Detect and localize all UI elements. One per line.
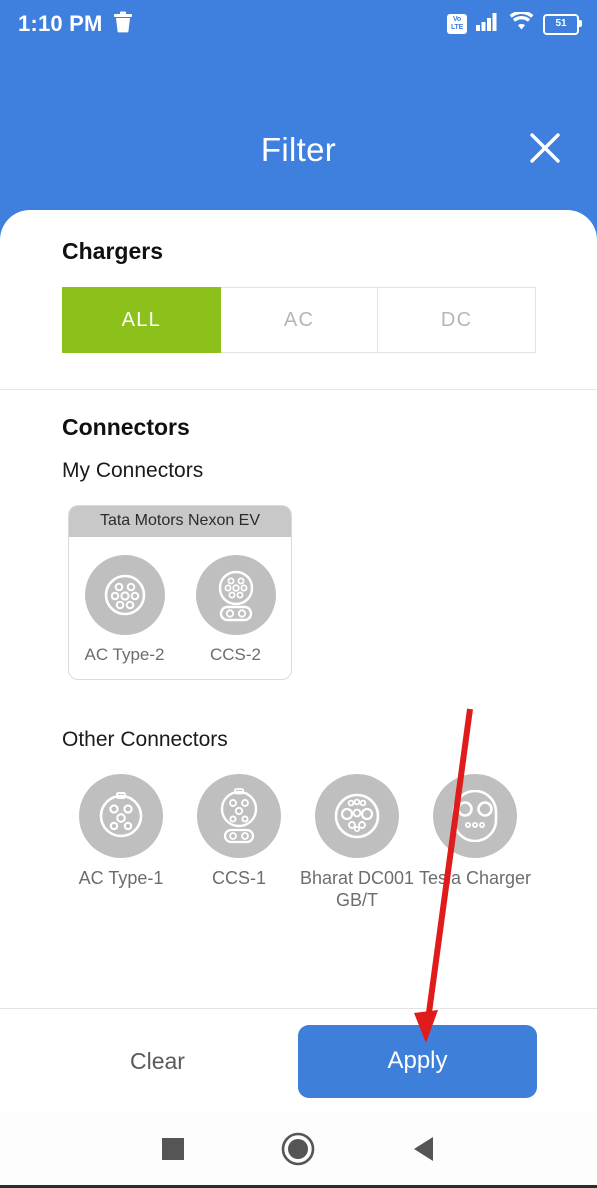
status-clock: 1:10 PM (18, 11, 103, 36)
vehicle-connector-card: Tata Motors Nexon EV AC Type-2 CCS-2 (68, 505, 292, 681)
square-recents-icon[interactable] (147, 1123, 199, 1175)
close-icon (527, 130, 563, 171)
bharat-dc001-icon (315, 774, 399, 859)
tesla-charger-icon (433, 774, 517, 859)
circle-home-icon[interactable] (272, 1123, 324, 1175)
connector-ac-type-2[interactable]: AC Type-2 (73, 555, 177, 665)
connector-bharat-dc001[interactable]: Bharat DC001 GB/T (298, 774, 416, 911)
volte-icon: Vo LTE (447, 14, 467, 34)
charger-type-dc[interactable]: DC (378, 287, 537, 353)
battery-level: 51 (555, 18, 567, 29)
connector-ccs-1[interactable]: CCS-1 (180, 774, 298, 911)
ac-type-1-icon (79, 774, 163, 859)
ccs-2-icon (195, 555, 276, 635)
vehicle-connector-list: AC Type-2 CCS-2 (69, 537, 291, 679)
filter-footer: Clear Apply (0, 1008, 597, 1114)
connector-label: Tesla Charger (418, 868, 532, 889)
trash-icon (113, 11, 133, 38)
ccs-1-icon (197, 774, 281, 859)
my-connectors-title: My Connectors (62, 459, 204, 482)
status-bar-right: Vo LTE 51 (447, 10, 582, 36)
connector-tesla-charger[interactable]: Tesla Charger (416, 774, 534, 911)
filter-sheet: Chargers ALL AC DC Connectors My Connect… (0, 210, 597, 1110)
connector-label: AC Type-2 (84, 645, 165, 664)
connector-ccs-2[interactable]: CCS-2 (184, 555, 288, 665)
connectors-section: Connectors My Connectors Tata Motors Nex… (0, 390, 597, 912)
triangle-back-icon[interactable] (398, 1123, 450, 1175)
charger-type-all[interactable]: ALL (62, 287, 221, 353)
vehicle-name: Tata Motors Nexon EV (69, 506, 291, 537)
page-title: Filter (260, 131, 337, 168)
signal-bars-icon (476, 12, 500, 36)
volte-top-text: Vo (452, 16, 462, 23)
other-connectors-title: Other Connectors (62, 728, 228, 752)
connectors-title: Connectors (62, 414, 190, 440)
status-bar-left: 1:10 PM (18, 11, 133, 38)
connector-label: Bharat DC001 GB/T (299, 868, 415, 910)
volte-bottom-text: LTE (450, 24, 464, 31)
other-connectors-list: AC Type-1 CCS-1 Bharat DC001 GB/T Tesla … (62, 774, 562, 911)
charger-type-ac[interactable]: AC (220, 287, 379, 353)
connector-label: CCS-1 (211, 868, 266, 889)
battery-icon: 51 (543, 13, 582, 35)
status-bar: 1:10 PM Vo LTE 51 (0, 0, 597, 48)
connector-label: CCS-2 (209, 645, 261, 664)
clear-button[interactable]: Clear (110, 1040, 205, 1083)
charger-type-segmented-control: ALL AC DC (62, 287, 537, 353)
apply-button[interactable]: Apply (298, 1024, 537, 1098)
connector-ac-type-1[interactable]: AC Type-1 (62, 774, 180, 911)
close-button[interactable] (525, 130, 565, 170)
android-navigation-bar (0, 1112, 597, 1188)
chargers-title: Chargers (62, 238, 163, 264)
app-screen: 1:10 PM Vo LTE 51 Filter Chargers ALL AC… (0, 0, 597, 1188)
dialog-header: Filter (0, 110, 597, 190)
connector-label: AC Type-1 (78, 868, 164, 889)
chargers-section: Chargers ALL AC DC (0, 210, 597, 390)
ac-type-2-icon (84, 555, 165, 635)
wifi-icon (509, 10, 534, 36)
